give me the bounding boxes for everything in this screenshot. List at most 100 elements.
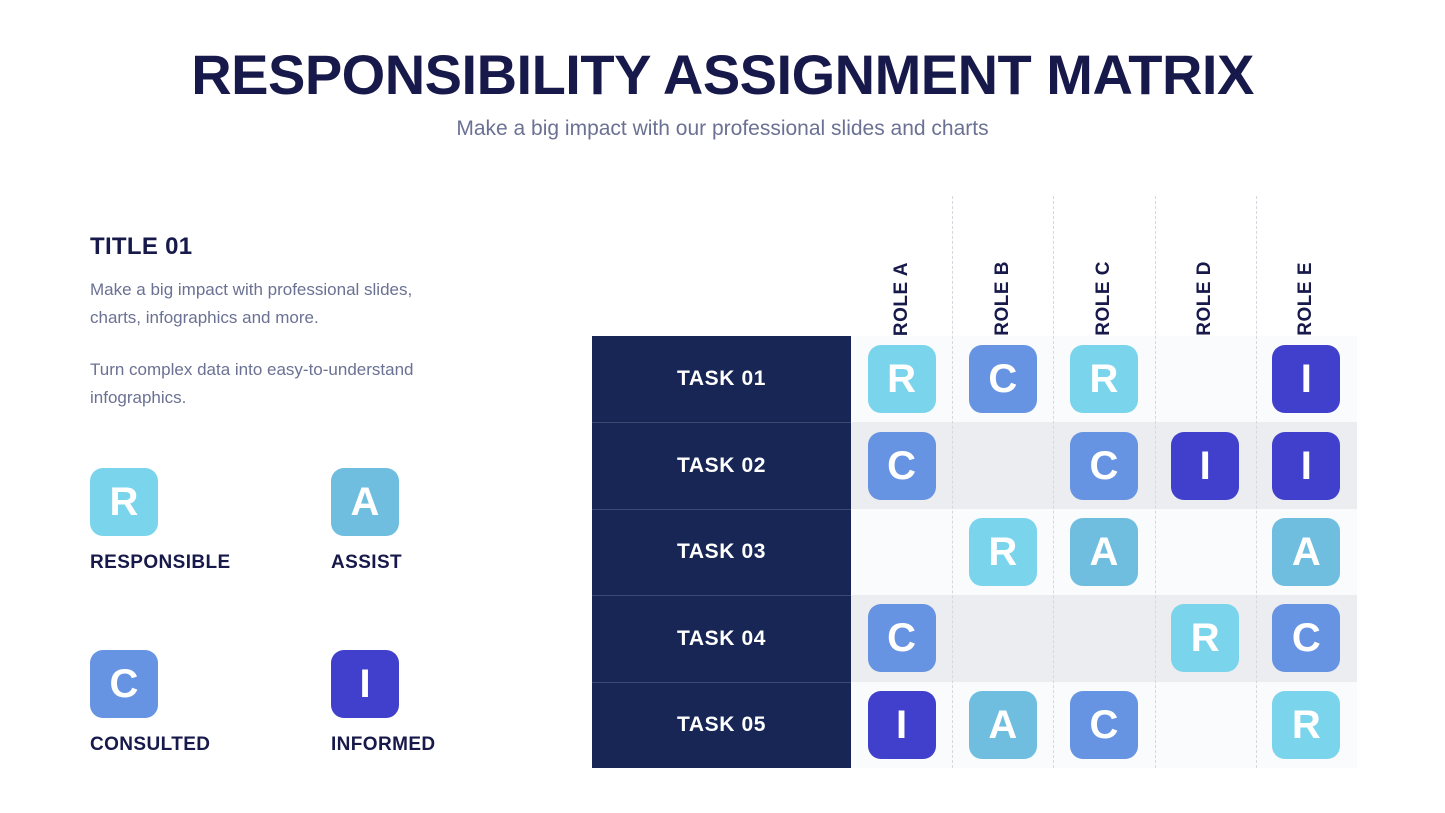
matrix-row: TASK 03 R A A	[592, 508, 1357, 596]
panel-paragraph-1: Make a big impact with professional slid…	[90, 280, 413, 327]
matrix-task-cell-1[interactable]: TASK 01	[592, 336, 851, 423]
matrix-tile-i: I	[867, 690, 936, 759]
matrix-cell-r3-c4[interactable]	[1155, 509, 1256, 595]
matrix-column-header-1: ROLE A	[851, 196, 952, 336]
matrix-tile-r: R	[1272, 690, 1341, 759]
matrix-cell-r2-c1[interactable]: C	[851, 422, 952, 508]
matrix-tile-empty	[868, 518, 936, 586]
matrix-cell-r1-c5[interactable]: I	[1256, 336, 1357, 422]
matrix-tile-a: A	[1272, 517, 1341, 586]
legend-tile-c: C	[90, 650, 158, 718]
matrix-task-cell-4[interactable]: TASK 04	[592, 595, 851, 682]
matrix-tile-c: C	[867, 604, 936, 673]
page-header: RESPONSIBILITY ASSIGNMENT MATRIX Make a …	[0, 0, 1445, 142]
matrix-row-cells: CRC	[851, 595, 1357, 681]
legend-item-informed[interactable]: I INFORMED	[331, 650, 572, 756]
matrix-task-cell-2[interactable]: TASK 02	[592, 422, 851, 509]
matrix-column-divider	[1255, 336, 1257, 768]
matrix-column-header-3: ROLE C	[1053, 196, 1154, 336]
legend-row: R RESPONSIBLE A ASSIST	[90, 468, 520, 574]
matrix-cell-r2-c5[interactable]: I	[1256, 422, 1357, 508]
legend-item-assist[interactable]: A ASSIST	[331, 468, 572, 574]
matrix-column-header-2: ROLE B	[952, 196, 1053, 336]
matrix-tile-r: R	[1069, 345, 1138, 414]
legend-item-responsible[interactable]: R RESPONSIBLE	[90, 468, 331, 574]
matrix-cell-r5-c2[interactable]: A	[952, 682, 1053, 768]
matrix-column-headers: ROLE A ROLE B ROLE C ROLE D ROLE E	[592, 196, 1357, 768]
responsibility-matrix: ROLE A ROLE B ROLE C ROLE D ROLE E TASK 01 R C…	[592, 196, 1357, 768]
matrix-cell-r2-c2[interactable]	[952, 422, 1053, 508]
matrix-body: TASK 01 R C R I TASK 02 C C I I TASK 03 R A A TASK 04 C…	[592, 336, 1357, 768]
matrix-task-label: TASK 01	[677, 367, 766, 391]
matrix-cell-r3-c2[interactable]: R	[952, 509, 1053, 595]
matrix-row: TASK 01 R C R I	[592, 336, 1357, 423]
matrix-task-cell-5[interactable]: TASK 05	[592, 681, 851, 768]
matrix-cell-r4-c1[interactable]: C	[851, 595, 952, 681]
panel-paragraph-2: Turn complex data into easy-to-understan…	[90, 360, 414, 407]
matrix-tile-i: I	[1272, 431, 1341, 500]
matrix-task-label: TASK 04	[677, 626, 766, 650]
matrix-cell-r4-c2[interactable]	[952, 595, 1053, 681]
matrix-tile-i: I	[1171, 431, 1240, 500]
matrix-column-divider	[1053, 336, 1055, 768]
matrix-tile-empty	[969, 604, 1037, 672]
matrix-column-header-4: ROLE D	[1155, 196, 1256, 336]
matrix-column-header-label: ROLE D	[1194, 261, 1216, 336]
matrix-cell-r1-c1[interactable]: R	[851, 336, 952, 422]
matrix-row: TASK 02 C C I I	[592, 422, 1357, 509]
matrix-column-divider	[1154, 336, 1156, 768]
raci-legend: R RESPONSIBLE A ASSIST C CONSULTED I INF…	[90, 468, 520, 756]
matrix-task-label: TASK 05	[677, 713, 766, 737]
legend-row: C CONSULTED I INFORMED	[90, 650, 520, 756]
matrix-row: TASK 04 C R C	[592, 595, 1357, 682]
matrix-cell-r3-c5[interactable]: A	[1256, 509, 1357, 595]
matrix-cell-r5-c4[interactable]	[1155, 682, 1256, 768]
matrix-cell-r4-c5[interactable]: C	[1256, 595, 1357, 681]
legend-label-informed: INFORMED	[331, 734, 436, 755]
matrix-tile-c: C	[867, 431, 936, 500]
matrix-cell-r5-c3[interactable]: C	[1053, 682, 1154, 768]
matrix-tile-c: C	[1069, 690, 1138, 759]
matrix-cell-r1-c4[interactable]	[1155, 336, 1256, 422]
matrix-tile-empty	[1171, 518, 1239, 586]
matrix-cell-r2-c3[interactable]: C	[1053, 422, 1154, 508]
legend-tile-r: R	[90, 468, 158, 536]
legend-tile-i: I	[331, 650, 399, 718]
matrix-tile-i: I	[1272, 345, 1341, 414]
matrix-tile-r: R	[1171, 604, 1240, 673]
matrix-tile-r: R	[867, 345, 936, 414]
matrix-column-header-label: ROLE B	[991, 261, 1013, 336]
matrix-row-cells: CCII	[851, 422, 1357, 508]
matrix-column-header-label: ROLE E	[1295, 262, 1317, 336]
matrix-cell-r3-c3[interactable]: A	[1053, 509, 1154, 595]
left-text-panel: TITLE 01 Make a big impact with professi…	[90, 232, 520, 412]
matrix-row: TASK 05 I A C R	[592, 681, 1357, 768]
matrix-cell-r1-c3[interactable]: R	[1053, 336, 1154, 422]
legend-item-consulted[interactable]: C CONSULTED	[90, 650, 331, 756]
matrix-tile-empty	[969, 432, 1037, 500]
matrix-cell-r3-c1[interactable]	[851, 509, 952, 595]
matrix-row-cells: IAC R	[851, 682, 1357, 768]
legend-label-consulted: CONSULTED	[90, 734, 211, 755]
matrix-cell-r5-c1[interactable]: I	[851, 682, 952, 768]
matrix-cell-r4-c4[interactable]: R	[1155, 595, 1256, 681]
matrix-task-label: TASK 02	[677, 454, 766, 478]
matrix-tile-empty	[1171, 345, 1239, 413]
matrix-row-cells: RCR I	[851, 336, 1357, 422]
matrix-column-divider	[952, 336, 954, 768]
matrix-tile-r: R	[968, 517, 1037, 586]
matrix-tile-empty	[1070, 604, 1138, 672]
legend-label-responsible: RESPONSIBLE	[90, 552, 231, 573]
matrix-cell-r4-c3[interactable]	[1053, 595, 1154, 681]
matrix-cell-r5-c5[interactable]: R	[1256, 682, 1357, 768]
matrix-tile-c: C	[1272, 604, 1341, 673]
matrix-tile-a: A	[1069, 517, 1138, 586]
matrix-task-cell-3[interactable]: TASK 03	[592, 508, 851, 596]
matrix-cell-r1-c2[interactable]: C	[952, 336, 1053, 422]
matrix-column-header-label: ROLE C	[1092, 261, 1114, 336]
matrix-row-cells: RAA	[851, 509, 1357, 595]
matrix-cell-r2-c4[interactable]: I	[1155, 422, 1256, 508]
legend-tile-a: A	[331, 468, 399, 536]
page-subtitle: Make a big impact with our professional …	[456, 117, 989, 140]
matrix-tile-c: C	[1069, 431, 1138, 500]
